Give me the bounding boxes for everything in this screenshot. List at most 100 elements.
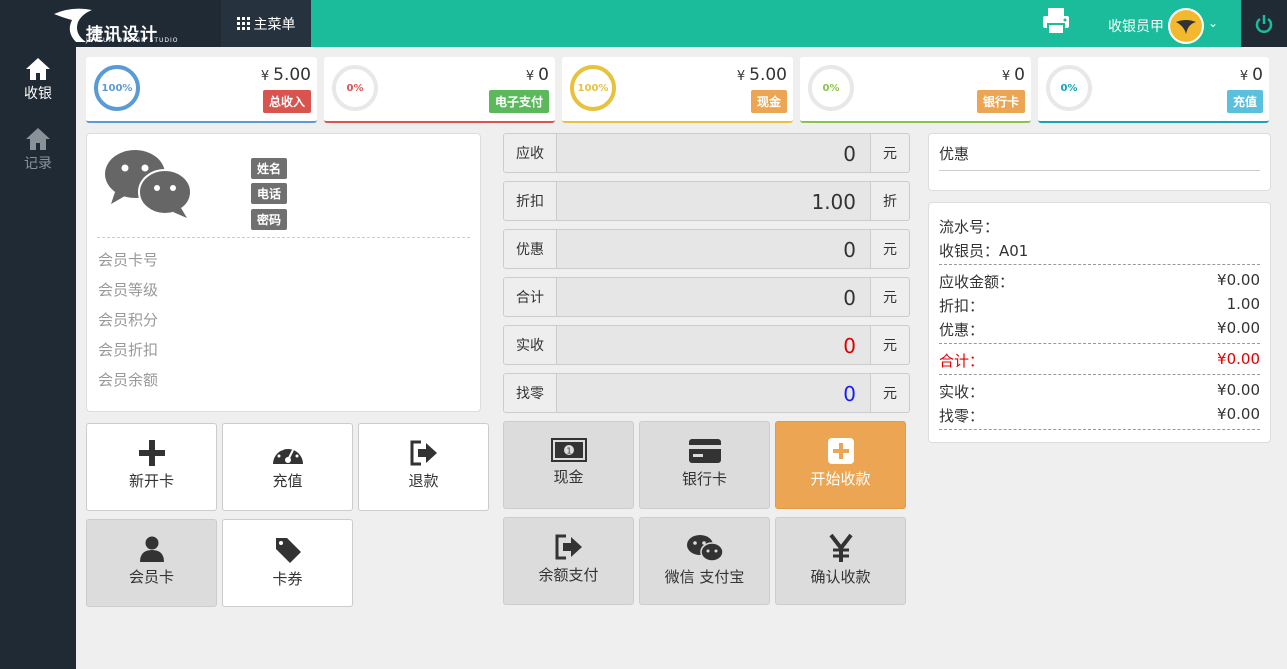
credit-card-icon bbox=[688, 439, 721, 463]
grid-icon bbox=[236, 17, 250, 30]
field-label: 折扣 bbox=[503, 181, 557, 221]
stat-badge: 现金 bbox=[750, 90, 787, 113]
field-unit: 折 bbox=[870, 181, 910, 221]
sidebar: 收银 记录 bbox=[0, 47, 76, 669]
amount-value: 0 bbox=[1014, 65, 1025, 85]
form-row: 折扣 1.00 折 bbox=[503, 181, 910, 221]
button-label: 开始收款 bbox=[810, 470, 871, 488]
percent-ring: 0% bbox=[332, 65, 378, 111]
plus-square-icon bbox=[827, 438, 854, 464]
field-input[interactable]: 0 bbox=[556, 133, 871, 173]
button-label: 余额支付 bbox=[538, 566, 599, 584]
stat-amount: ¥5.00 bbox=[737, 65, 787, 85]
divider bbox=[97, 237, 470, 238]
field-unit: 元 bbox=[870, 325, 910, 365]
amount-value: 5.00 bbox=[749, 65, 787, 85]
button-label: 现金 bbox=[553, 468, 584, 486]
stat-card: 100% ¥5.00 总收入 bbox=[86, 57, 317, 123]
stat-badge: 银行卡 bbox=[976, 90, 1025, 113]
coupon-button[interactable]: 卡券 bbox=[222, 519, 353, 607]
printer-icon[interactable] bbox=[1040, 6, 1072, 36]
username[interactable]: 收银员甲 bbox=[1108, 16, 1164, 36]
discount-panel: 优惠 bbox=[928, 133, 1271, 191]
plus-icon bbox=[138, 440, 165, 466]
sidebar-item-records[interactable]: 记录 bbox=[0, 127, 76, 173]
bank-card-button[interactable]: 银行卡 bbox=[639, 421, 770, 509]
main-menu-button[interactable]: 主菜单 bbox=[221, 0, 311, 47]
sidebar-item-cashier[interactable]: 收银 bbox=[0, 57, 76, 103]
divider bbox=[939, 264, 1260, 265]
member-discount: 会员折扣 bbox=[98, 341, 159, 359]
member-balance: 会员余额 bbox=[98, 371, 159, 389]
receipt-value: ¥0.00 bbox=[1217, 405, 1260, 423]
amount-value: 0 bbox=[538, 65, 549, 85]
tag-password: 密码 bbox=[251, 209, 288, 230]
member-card-button[interactable]: 会员卡 bbox=[86, 519, 217, 607]
form-row: 实收 0 元 bbox=[503, 325, 910, 365]
field-label: 找零 bbox=[503, 373, 557, 413]
member-level: 会员等级 bbox=[98, 281, 159, 299]
percent-ring: 100% bbox=[94, 65, 140, 111]
money-icon: 1 bbox=[550, 438, 587, 462]
form-row: 找零 0 元 bbox=[503, 373, 910, 413]
button-label: 充值 bbox=[272, 472, 303, 490]
percent-ring: 0% bbox=[1046, 65, 1092, 111]
power-button[interactable] bbox=[1241, 0, 1287, 47]
discount-title: 优惠 bbox=[939, 145, 970, 163]
stat-badge: 总收入 bbox=[262, 90, 311, 113]
cash-button[interactable]: 1 现金 bbox=[503, 421, 634, 509]
stat-badge: 电子支付 bbox=[488, 90, 549, 113]
receipt-value: ¥0.00 bbox=[1217, 381, 1260, 399]
field-input[interactable]: 1.00 bbox=[556, 181, 871, 221]
tag-name: 姓名 bbox=[251, 158, 288, 179]
confirm-payment-button[interactable]: 确认收款 bbox=[775, 517, 906, 605]
receipt-value: ¥0.00 bbox=[1217, 271, 1260, 289]
recharge-button[interactable]: 充值 bbox=[222, 423, 353, 511]
field-unit: 元 bbox=[870, 277, 910, 317]
divider bbox=[939, 343, 1260, 344]
form-row: 合计 0 元 bbox=[503, 277, 910, 317]
main-menu-label: 主菜单 bbox=[253, 16, 296, 33]
receipt-total-value: ¥0.00 bbox=[1217, 350, 1260, 368]
currency-symbol: ¥ bbox=[736, 69, 746, 84]
receipt-label: 优惠： bbox=[939, 321, 985, 339]
form-row: 应收 0 元 bbox=[503, 133, 910, 173]
receipt-value: 1.00 bbox=[1226, 295, 1260, 313]
home-icon bbox=[26, 58, 50, 80]
receipt-label: 实收： bbox=[939, 383, 985, 401]
field-input[interactable]: 0 bbox=[556, 277, 871, 317]
stat-card: 100% ¥5.00 现金 bbox=[562, 57, 793, 123]
wechat-alipay-button[interactable]: 微信 支付宝 bbox=[639, 517, 770, 605]
button-label: 新开卡 bbox=[128, 472, 174, 490]
tag-icon bbox=[275, 538, 301, 563]
field-input[interactable]: 0 bbox=[556, 229, 871, 269]
stat-amount: ¥0 bbox=[1002, 65, 1025, 85]
avatar[interactable] bbox=[1168, 8, 1204, 44]
percent-ring: 0% bbox=[808, 65, 854, 111]
logo: 捷讯设计 JETSUM DESIGN STUDIO bbox=[0, 0, 221, 47]
chevron-down-icon[interactable]: ⌄ bbox=[1208, 16, 1218, 30]
new-card-button[interactable]: 新开卡 bbox=[86, 423, 217, 511]
home-icon bbox=[26, 128, 50, 150]
sign-out-icon bbox=[410, 440, 437, 466]
field-label: 实收 bbox=[503, 325, 557, 365]
button-label: 退款 bbox=[408, 472, 439, 490]
percent-ring: 100% bbox=[570, 65, 616, 111]
start-payment-button[interactable]: 开始收款 bbox=[775, 421, 906, 509]
amount-value: 0 bbox=[1252, 65, 1263, 85]
button-label: 银行卡 bbox=[681, 470, 727, 488]
refund-button[interactable]: 退款 bbox=[358, 423, 489, 511]
receipt-panel: 流水号： 收银员：A01 应收金额： ¥0.00 折扣： 1.00 优惠： ¥0… bbox=[928, 202, 1271, 443]
button-label: 微信 支付宝 bbox=[664, 568, 745, 586]
currency-symbol: ¥ bbox=[1001, 69, 1011, 84]
wechat-icon bbox=[686, 535, 724, 562]
amount-value: 5.00 bbox=[273, 65, 311, 85]
yen-icon bbox=[828, 534, 853, 562]
sidebar-label: 收银 bbox=[24, 86, 52, 102]
field-label: 优惠 bbox=[503, 229, 557, 269]
button-label: 确认收款 bbox=[810, 568, 871, 586]
field-input[interactable]: 0 bbox=[556, 373, 871, 413]
field-input[interactable]: 0 bbox=[556, 325, 871, 365]
balance-payment-button[interactable]: 余额支付 bbox=[503, 517, 634, 605]
field-unit: 元 bbox=[870, 373, 910, 413]
